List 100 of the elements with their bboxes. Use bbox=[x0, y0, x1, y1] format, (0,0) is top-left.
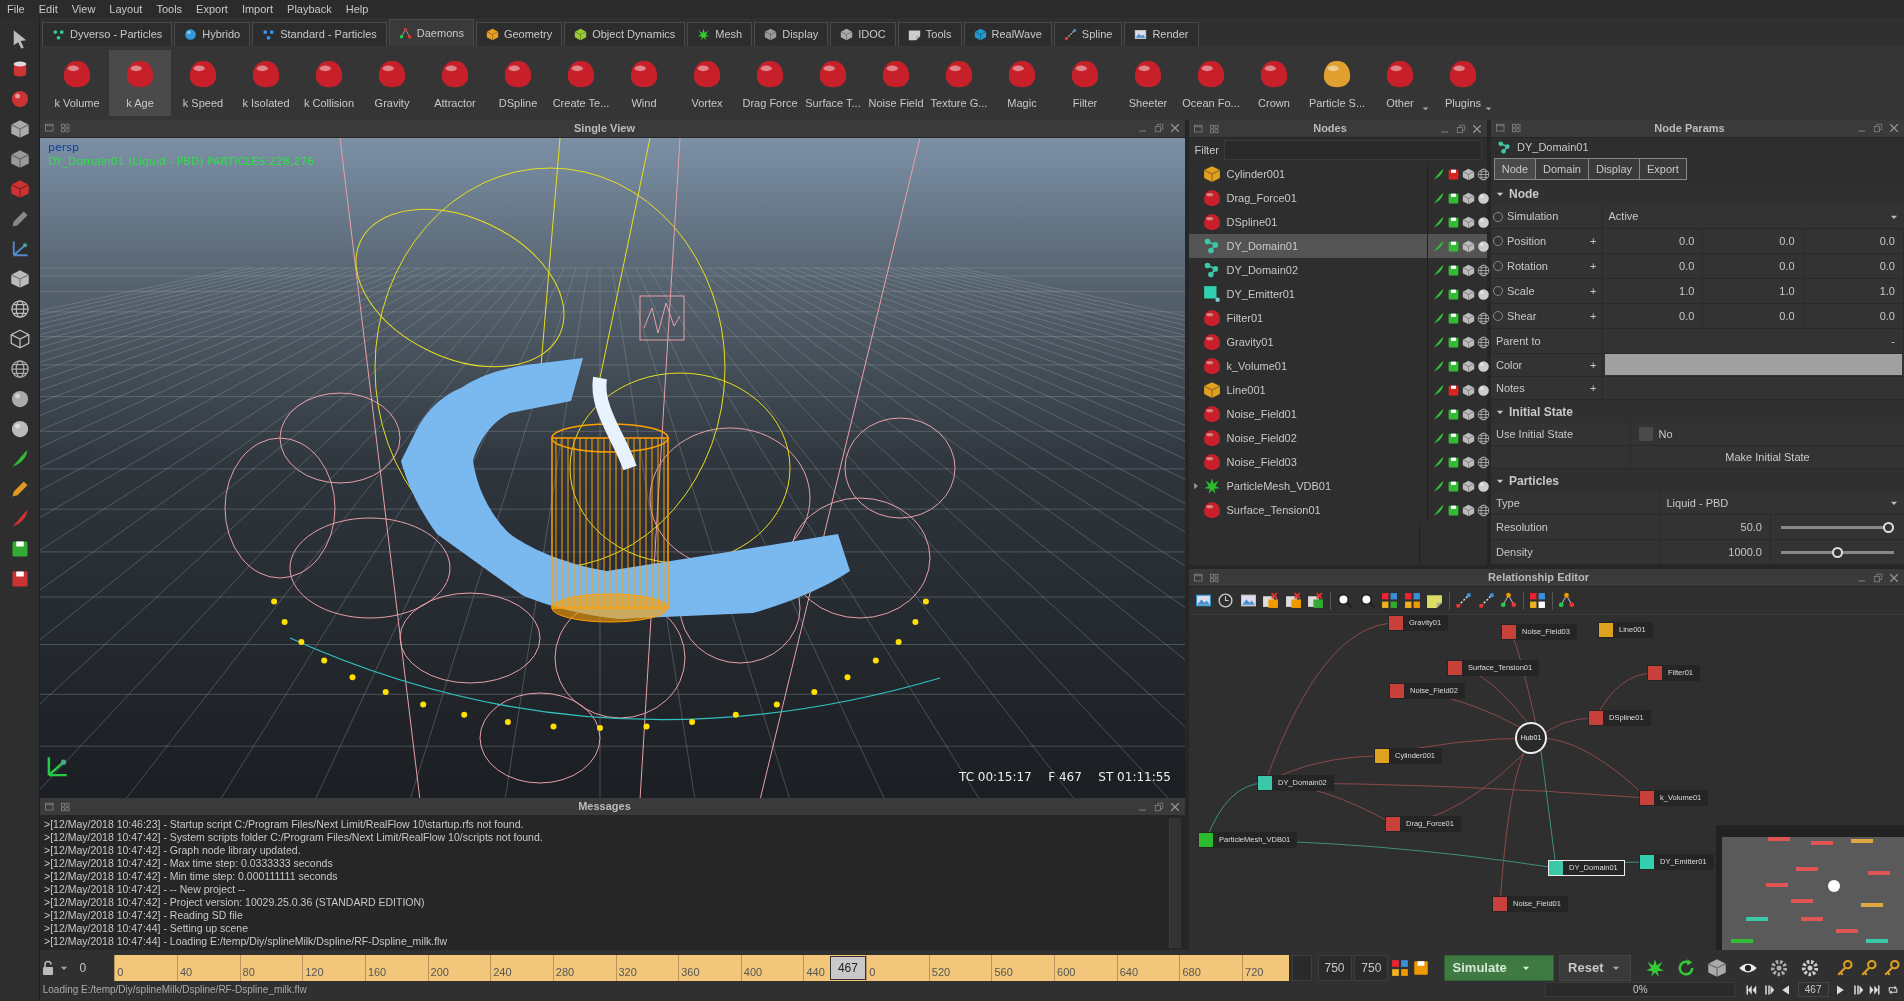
simulate-button[interactable]: Simulate bbox=[1443, 955, 1554, 981]
mesh-sphere-icon[interactable] bbox=[1477, 431, 1490, 445]
link-icon[interactable] bbox=[1477, 592, 1495, 609]
feather-icon[interactable] bbox=[1432, 335, 1445, 349]
tiles-icon[interactable] bbox=[60, 122, 72, 135]
number-field[interactable]: 0.0 bbox=[1703, 303, 1804, 328]
lock-icon[interactable] bbox=[40, 960, 56, 976]
mesh-sphere-icon[interactable] bbox=[1477, 167, 1490, 181]
number-field[interactable]: 0.0 bbox=[1703, 253, 1804, 278]
node-row[interactable]: Cylinder001 bbox=[1189, 162, 1487, 186]
node-row[interactable]: DY_Domain02 bbox=[1189, 258, 1487, 282]
mesh-sphere-icon[interactable] bbox=[1477, 455, 1490, 469]
cube-icon[interactable] bbox=[1462, 479, 1475, 493]
tiles-icon[interactable] bbox=[1511, 122, 1523, 135]
window-icon[interactable] bbox=[44, 122, 56, 135]
number-field[interactable]: 1000.0 bbox=[1661, 540, 1771, 564]
tab[interactable]: Display bbox=[754, 22, 829, 46]
tab[interactable]: Spline bbox=[1053, 22, 1123, 46]
node-row[interactable]: Noise_Field02 bbox=[1189, 426, 1487, 450]
loop-icon[interactable] bbox=[1886, 983, 1899, 996]
window-icon[interactable] bbox=[1495, 122, 1507, 135]
number-field[interactable]: 1.0 bbox=[1603, 278, 1704, 303]
sphere-icon[interactable] bbox=[1477, 239, 1490, 253]
cube-icon[interactable] bbox=[1462, 383, 1475, 397]
cube-icon[interactable] bbox=[1462, 167, 1475, 181]
node-row[interactable]: Gravity01 bbox=[1189, 330, 1487, 354]
tab[interactable]: Domain bbox=[1535, 157, 1589, 181]
number-field[interactable]: 0.0 bbox=[1803, 303, 1904, 328]
tiles-icon[interactable] bbox=[1209, 122, 1221, 135]
node-row[interactable]: DY_Emitter01 bbox=[1189, 282, 1487, 306]
menu-item[interactable]: Help bbox=[338, 0, 376, 18]
menu-item[interactable]: Tools bbox=[149, 0, 190, 18]
splash-icon[interactable] bbox=[1644, 958, 1665, 978]
color-swatch[interactable] bbox=[1605, 354, 1902, 376]
wireframe-cube-icon[interactable] bbox=[9, 328, 30, 349]
restore-icon[interactable] bbox=[1153, 122, 1165, 135]
daemon-button[interactable]: Sheeter bbox=[1117, 50, 1179, 116]
parent-field[interactable]: - bbox=[1603, 328, 1904, 353]
daemon-button[interactable]: Particle S... bbox=[1306, 50, 1368, 116]
feather-icon[interactable] bbox=[1432, 311, 1445, 325]
daemon-button[interactable]: Noise Field bbox=[865, 50, 927, 116]
add-key-button[interactable]: + bbox=[1590, 257, 1597, 275]
feather-icon[interactable] bbox=[1432, 479, 1445, 493]
cube-icon[interactable] bbox=[1462, 407, 1475, 421]
tab[interactable]: Standard - Particles bbox=[252, 22, 387, 46]
nodes-icon[interactable] bbox=[1558, 592, 1575, 609]
sphere-icon[interactable] bbox=[1477, 215, 1490, 229]
restore-icon[interactable] bbox=[1872, 122, 1884, 135]
close-icon[interactable] bbox=[1169, 122, 1181, 135]
picture-icon[interactable] bbox=[1239, 592, 1257, 609]
grid-icon[interactable] bbox=[1529, 592, 1546, 609]
node-row[interactable]: DY_Domain01 bbox=[1189, 234, 1487, 258]
slider-thumb[interactable] bbox=[1883, 521, 1894, 533]
start-frame-field[interactable]: 0 bbox=[71, 959, 112, 977]
daemon-button[interactable]: Create Te... bbox=[550, 50, 612, 116]
daemon-button[interactable]: k Isolated bbox=[235, 50, 297, 116]
tab[interactable]: Node bbox=[1493, 157, 1537, 181]
reset-button[interactable]: Reset bbox=[1559, 955, 1632, 981]
node-row[interactable]: Drag_Force01 bbox=[1189, 186, 1487, 210]
search-icon[interactable] bbox=[1336, 592, 1353, 609]
slider-thumb[interactable] bbox=[1832, 546, 1843, 558]
daemon-button[interactable]: Attractor bbox=[424, 50, 486, 116]
node-row[interactable]: Filter01 bbox=[1189, 306, 1487, 330]
feather-icon[interactable] bbox=[1432, 167, 1445, 181]
menu-item[interactable]: Edit bbox=[31, 0, 65, 18]
number-field[interactable]: 50.0 bbox=[1661, 515, 1771, 539]
sphere-icon[interactable] bbox=[1477, 287, 1490, 301]
sphere-icon[interactable] bbox=[1477, 383, 1490, 397]
play-icon[interactable] bbox=[1834, 983, 1846, 996]
caret-icon[interactable] bbox=[1421, 104, 1430, 113]
grid-icon[interactable] bbox=[1403, 592, 1421, 609]
sphere-icon[interactable] bbox=[1477, 191, 1490, 205]
nodes-icon[interactable] bbox=[1500, 592, 1517, 609]
key-icon[interactable] bbox=[1836, 959, 1855, 977]
number-field[interactable]: 1.0 bbox=[1703, 278, 1804, 303]
cube-icon[interactable] bbox=[9, 268, 30, 289]
sphere-icon[interactable] bbox=[1477, 359, 1490, 373]
mesh-sphere-icon[interactable] bbox=[1477, 407, 1490, 421]
daemon-button[interactable]: Plugins bbox=[1432, 50, 1494, 116]
tab[interactable]: Dyverso - Particles bbox=[42, 22, 173, 46]
node-row[interactable]: k_Volume01 bbox=[1189, 354, 1487, 378]
timeline-track[interactable]: 0 40 80 120 160 200 240 280 320 360 400 440 467 0 520 560 600 640 680 720 bbox=[114, 955, 1290, 981]
restore-icon[interactable] bbox=[1455, 122, 1467, 135]
caret-icon[interactable] bbox=[1484, 104, 1493, 113]
key-icon[interactable] bbox=[1883, 959, 1902, 977]
tab[interactable]: Mesh bbox=[687, 22, 753, 46]
close-icon[interactable] bbox=[1471, 122, 1483, 135]
link-icon[interactable] bbox=[1455, 592, 1472, 609]
cube-icon[interactable] bbox=[9, 148, 30, 169]
cube-icon[interactable] bbox=[1462, 311, 1475, 325]
cross-icon[interactable] bbox=[1262, 592, 1279, 609]
number-field[interactable]: 0.0 bbox=[1703, 228, 1804, 253]
sphere-icon[interactable] bbox=[9, 88, 30, 109]
node-row[interactable]: Surface_Tension01 bbox=[1189, 498, 1487, 522]
cube-icon[interactable] bbox=[1706, 958, 1727, 978]
daemon-button[interactable]: Texture G... bbox=[928, 50, 990, 116]
step-icon[interactable] bbox=[1762, 983, 1775, 996]
daemon-button[interactable]: Gravity bbox=[361, 50, 423, 116]
end-frame-field[interactable]: 750 bbox=[1354, 955, 1389, 981]
number-field[interactable]: 1.0 bbox=[1803, 278, 1904, 303]
